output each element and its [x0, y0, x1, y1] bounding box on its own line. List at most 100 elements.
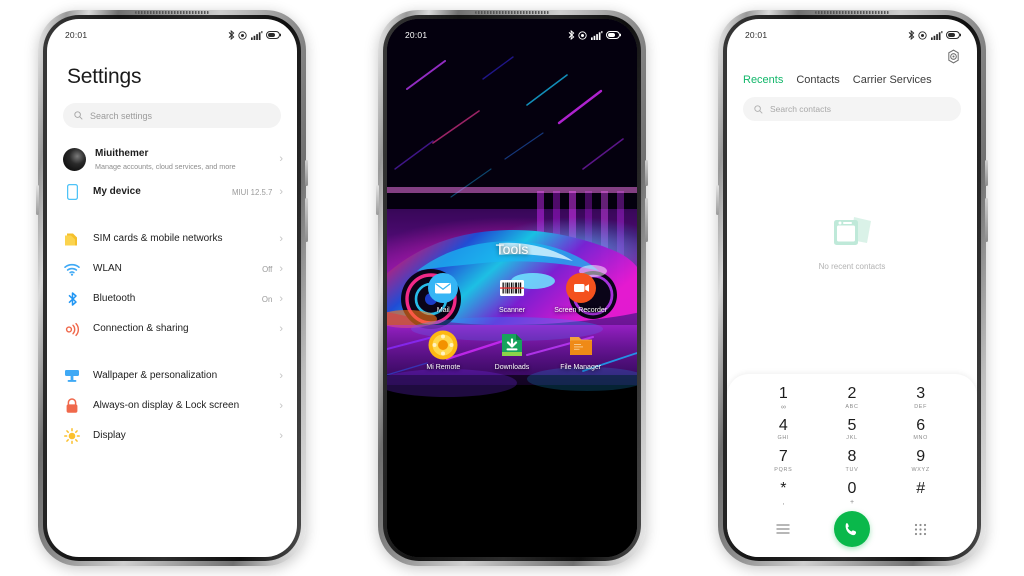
- search-icon: [74, 111, 83, 120]
- chevron-right-icon: ›: [279, 429, 283, 442]
- chevron-right-icon: ›: [279, 232, 283, 245]
- app-icon-scanner[interactable]: Scanner: [478, 273, 547, 316]
- dial-key-2[interactable]: 2 ABC: [818, 384, 887, 411]
- screen-recorder-icon: [565, 273, 596, 303]
- settings-item-label: Wallpaper & personalization: [93, 369, 218, 381]
- settings-item-wlan[interactable]: WLAN Off ›: [47, 254, 297, 284]
- wifi-icon: [63, 260, 81, 278]
- settings-item-bluetooth[interactable]: Bluetooth On ›: [47, 284, 297, 314]
- app-icon-mi-remote[interactable]: Mi Remote: [409, 330, 478, 373]
- settings-item-display[interactable]: Display ›: [47, 421, 297, 451]
- app-label: Mi Remote: [426, 363, 461, 371]
- volume-button-left[interactable]: [376, 185, 379, 215]
- key-sub: GHI: [777, 435, 790, 442]
- chevron-right-icon: ›: [279, 399, 283, 412]
- phone-frame: 20:01 Settings Search settings Miuitheme…: [43, 11, 301, 561]
- volume-button[interactable]: [305, 198, 308, 242]
- device-icon: [63, 183, 81, 201]
- tab-carrier-services[interactable]: Carrier Services: [853, 74, 932, 86]
- bluetooth-icon: [908, 30, 914, 40]
- key-digit: 3: [916, 384, 926, 402]
- dial-key-7[interactable]: 7 PQRS: [749, 449, 818, 474]
- dial-key-4[interactable]: 4 GHI: [749, 417, 818, 443]
- earpiece-grille: [475, 11, 549, 14]
- settings-item-account[interactable]: Miuithemer Manage accounts, cloud servic…: [47, 142, 297, 177]
- settings-item-label: SIM cards & mobile networks: [93, 232, 223, 244]
- phone-frame: 20:01 Tools Mail Scanner Screen Recorder…: [383, 11, 641, 561]
- menu-button[interactable]: [749, 523, 818, 535]
- keypad-icon: [915, 523, 927, 535]
- sim-icon: [63, 230, 81, 248]
- dial-key-6[interactable]: 6 MNO: [886, 417, 955, 443]
- dial-key-5[interactable]: 5 JKL: [818, 417, 887, 443]
- dial-key-0[interactable]: 0 +: [818, 480, 887, 506]
- menu-icon: [776, 524, 790, 534]
- call-button[interactable]: [833, 511, 870, 547]
- power-button[interactable]: [985, 160, 988, 186]
- dialer-header: Recents Contacts Carrier Services Search…: [727, 45, 977, 121]
- keypad-toggle-button[interactable]: [886, 523, 955, 536]
- status-bar: 20:01: [387, 19, 637, 45]
- search-settings-input[interactable]: Search settings: [63, 103, 281, 128]
- dial-key-1[interactable]: 1 ∞: [749, 385, 818, 411]
- screenshot-stage: 20:01 Settings Search settings Miuitheme…: [0, 0, 1024, 576]
- settings-item-value: Off: [262, 264, 273, 274]
- location-icon: [918, 30, 927, 40]
- chevron-right-icon: ›: [279, 292, 283, 305]
- battery-icon: [946, 31, 961, 39]
- app-label: File Manager: [560, 363, 602, 371]
- volume-button-left[interactable]: [716, 185, 719, 215]
- dial-key-star[interactable]: *,: [749, 480, 818, 506]
- signal-icon: [930, 30, 942, 40]
- tab-contacts[interactable]: Contacts: [796, 74, 839, 86]
- settings-button[interactable]: [743, 45, 961, 64]
- settings-item-wallpaper[interactable]: Wallpaper & personalization ›: [47, 361, 297, 391]
- key-digit: 7: [778, 448, 788, 466]
- key-sub: DEF: [914, 403, 928, 410]
- phone1-screen: 20:01 Settings Search settings Miuitheme…: [47, 19, 297, 557]
- bluetooth-icon: [63, 290, 81, 308]
- dialpad: 1 ∞ 2 ABC 3 DEF 4 GHI 5 JKL 6 MNO 7 PQRS 8 TUV 9…: [727, 373, 977, 557]
- tab-recents[interactable]: Recents: [743, 74, 783, 86]
- dial-key-8[interactable]: 8 TUV: [818, 449, 887, 474]
- settings-item-label: Bluetooth: [93, 292, 136, 304]
- key-sub: TUV: [845, 467, 859, 474]
- folder-title: Tools: [495, 241, 529, 257]
- group-divider: [47, 207, 297, 224]
- app-icon-downloads[interactable]: Downloads: [478, 330, 547, 373]
- key-digit: *: [780, 480, 787, 498]
- earpiece-grille: [815, 11, 889, 14]
- app-icon-screen-recorder[interactable]: Screen Recorder: [546, 273, 615, 316]
- app-icon-mail[interactable]: Mail: [409, 273, 478, 316]
- power-button[interactable]: [645, 160, 648, 186]
- settings-item-connection-sharing[interactable]: Connection & sharing ›: [47, 314, 297, 344]
- settings-item-my-device[interactable]: My device MIUI 12.5.7 ›: [47, 177, 297, 207]
- app-icon-file-manager[interactable]: File Manager: [546, 330, 615, 373]
- app-grid: Mail Scanner Screen Recorder Mi Remote D…: [387, 257, 637, 373]
- status-icons: [568, 30, 621, 40]
- dial-key-hash[interactable]: #: [886, 480, 955, 506]
- location-icon: [238, 30, 247, 40]
- settings-item-label: My device: [93, 185, 141, 197]
- volume-button[interactable]: [985, 198, 988, 242]
- status-time: 20:01: [65, 30, 88, 40]
- dial-key-3[interactable]: 3 DEF: [886, 384, 955, 411]
- mail-icon: [428, 273, 459, 303]
- status-icons: [228, 30, 281, 40]
- power-button[interactable]: [305, 160, 308, 186]
- dialpad-actions: [749, 511, 955, 553]
- settings-item-sim-cards[interactable]: SIM cards & mobile networks ›: [47, 224, 297, 254]
- signal-icon: [250, 30, 262, 40]
- app-label: Mail: [436, 307, 450, 314]
- volume-button[interactable]: [645, 198, 648, 242]
- key-digit: 2: [847, 384, 857, 402]
- settings-item-value: MIUI 12.5.7: [232, 187, 273, 197]
- search-contacts-input[interactable]: Search contacts: [743, 97, 961, 121]
- key-sub: PQRS: [774, 467, 793, 474]
- dial-key-9[interactable]: 9 WXYZ: [886, 449, 955, 474]
- location-icon: [578, 30, 587, 40]
- settings-item-label: Miuithemer: [95, 148, 149, 160]
- volume-button-left[interactable]: [36, 185, 39, 215]
- key-sub: ∞: [780, 403, 786, 411]
- settings-item-lock-screen[interactable]: Always-on display & Lock screen ›: [47, 391, 297, 421]
